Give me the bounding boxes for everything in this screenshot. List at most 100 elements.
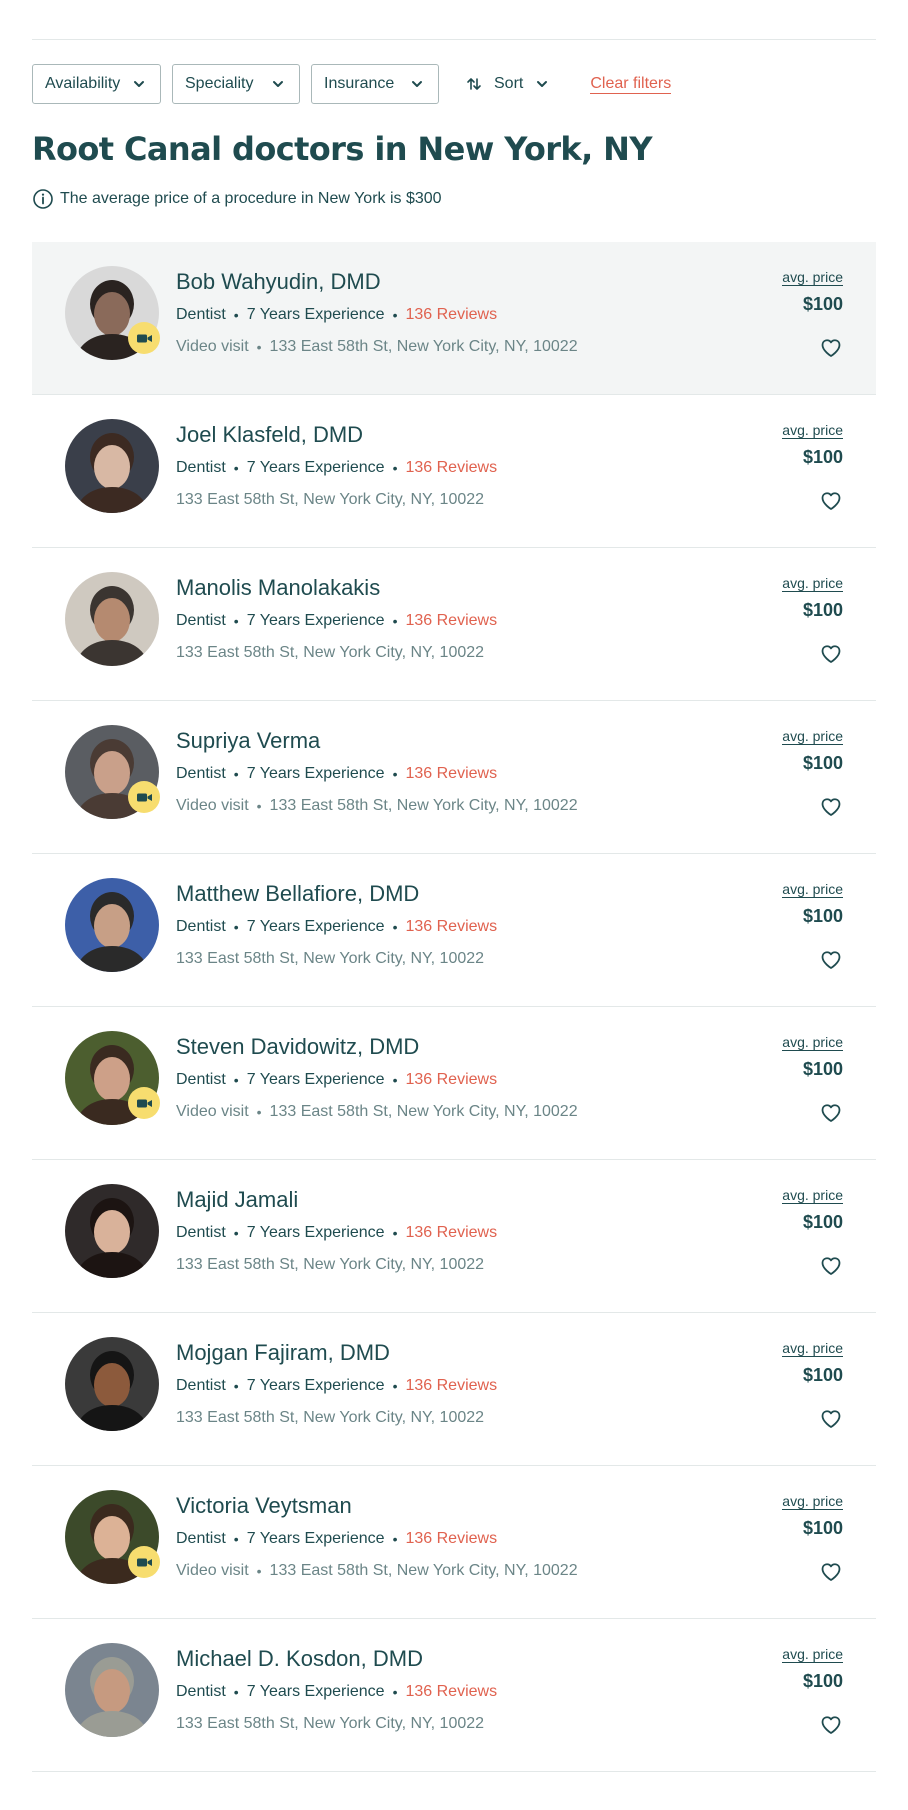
clear-filters-link[interactable]: Clear filters bbox=[590, 74, 672, 94]
doctor-row[interactable]: Matthew Bellafiore, DMD Dentist • 7 Year… bbox=[32, 854, 876, 1007]
doctor-reviews-link[interactable]: 136 Reviews bbox=[405, 612, 497, 630]
doctor-row[interactable]: Steven Davidowitz, DMD Dentist • 7 Years… bbox=[32, 1007, 876, 1160]
separator-dot: • bbox=[392, 1072, 398, 1088]
avg-price-value: $100 bbox=[802, 1059, 843, 1079]
insurance-filter-button[interactable]: Insurance bbox=[311, 64, 439, 104]
separator-dot: • bbox=[392, 1531, 398, 1547]
doctor-reviews-link[interactable]: 136 Reviews bbox=[405, 306, 497, 324]
doctor-meta: Dentist • 7 Years Experience • 136 Revie… bbox=[176, 1071, 497, 1089]
separator-dot: • bbox=[392, 1378, 398, 1394]
doctor-name[interactable]: Majid Jamali bbox=[176, 1187, 298, 1213]
doctor-experience: 7 Years Experience bbox=[246, 1530, 385, 1547]
doctor-row[interactable]: Mojgan Fajiram, DMD Dentist • 7 Years Ex… bbox=[32, 1313, 876, 1466]
avg-price-value: $100 bbox=[802, 600, 843, 620]
doctor-name[interactable]: Victoria Veytsman bbox=[176, 1493, 352, 1519]
doctor-avatar bbox=[65, 1337, 159, 1431]
video-camera-icon bbox=[136, 793, 152, 801]
favorite-button[interactable] bbox=[819, 336, 843, 358]
favorite-button[interactable] bbox=[819, 948, 843, 970]
favorite-button[interactable] bbox=[819, 489, 843, 511]
heart-icon bbox=[821, 1716, 841, 1734]
doctor-reviews-link[interactable]: 136 Reviews bbox=[405, 1224, 497, 1242]
speciality-filter-button[interactable]: Speciality bbox=[172, 64, 300, 104]
separator-dot: • bbox=[233, 1072, 239, 1088]
favorite-button[interactable] bbox=[819, 1407, 843, 1429]
avg-price-label[interactable]: avg. price bbox=[782, 1340, 843, 1357]
doctor-name[interactable]: Bob Wahyudin, DMD bbox=[176, 269, 381, 295]
doctor-name[interactable]: Mojgan Fajiram, DMD bbox=[176, 1340, 390, 1366]
doctor-photo bbox=[65, 1643, 159, 1737]
doctor-reviews-link[interactable]: 136 Reviews bbox=[405, 1530, 497, 1548]
avg-price-label[interactable]: avg. price bbox=[782, 575, 843, 592]
chevron-down-icon bbox=[134, 81, 144, 87]
doctor-meta: Dentist • 7 Years Experience • 136 Revie… bbox=[176, 918, 497, 936]
doctor-row[interactable]: Bob Wahyudin, DMD Dentist • 7 Years Expe… bbox=[32, 242, 876, 395]
doctor-experience: 7 Years Experience bbox=[246, 918, 385, 935]
sort-button[interactable]: Sort bbox=[466, 75, 549, 93]
doctor-avatar bbox=[65, 878, 159, 972]
avg-price-label[interactable]: avg. price bbox=[782, 1646, 843, 1663]
avg-price-label[interactable]: avg. price bbox=[782, 1187, 843, 1204]
doctor-reviews-link[interactable]: 136 Reviews bbox=[405, 1377, 497, 1395]
chevron-down-icon bbox=[412, 81, 422, 87]
top-divider bbox=[32, 39, 876, 40]
favorite-button[interactable] bbox=[819, 642, 843, 664]
doctor-avatar bbox=[65, 572, 159, 666]
doctor-meta: Dentist • 7 Years Experience • 136 Revie… bbox=[176, 1683, 497, 1701]
doctor-meta: Dentist • 7 Years Experience • 136 Revie… bbox=[176, 612, 497, 630]
doctor-row[interactable]: Manolis Manolakakis Dentist • 7 Years Ex… bbox=[32, 548, 876, 701]
separator-dot: • bbox=[392, 460, 398, 476]
separator-dot: • bbox=[392, 919, 398, 935]
avg-price-label[interactable]: avg. price bbox=[782, 728, 843, 745]
doctor-reviews-link[interactable]: 136 Reviews bbox=[405, 1071, 497, 1089]
doctor-reviews-link[interactable]: 136 Reviews bbox=[405, 1683, 497, 1701]
favorite-button[interactable] bbox=[819, 1254, 843, 1276]
separator-dot: • bbox=[233, 766, 239, 782]
doctor-name[interactable]: Supriya Verma bbox=[176, 728, 320, 754]
separator-dot: • bbox=[233, 1378, 239, 1394]
avg-price-label[interactable]: avg. price bbox=[782, 422, 843, 439]
doctor-reviews-link[interactable]: 136 Reviews bbox=[405, 918, 497, 936]
doctor-experience: 7 Years Experience bbox=[246, 1224, 385, 1241]
doctor-name[interactable]: Steven Davidowitz, DMD bbox=[176, 1034, 419, 1060]
video-visit-label: Video visit bbox=[176, 797, 249, 814]
doctor-photo bbox=[65, 1337, 159, 1431]
favorite-button[interactable] bbox=[819, 1560, 843, 1582]
availability-filter-button[interactable]: Availability bbox=[32, 64, 161, 104]
favorite-button[interactable] bbox=[819, 1101, 843, 1123]
doctor-photo bbox=[65, 572, 159, 666]
doctor-reviews-link[interactable]: 136 Reviews bbox=[405, 459, 497, 477]
doctor-row[interactable]: Victoria Veytsman Dentist • 7 Years Expe… bbox=[32, 1466, 876, 1619]
doctor-experience: 7 Years Experience bbox=[246, 459, 385, 476]
separator-dot: • bbox=[392, 1684, 398, 1700]
doctor-name[interactable]: Michael D. Kosdon, DMD bbox=[176, 1646, 423, 1672]
insurance-filter-label: Insurance bbox=[324, 75, 395, 92]
doctor-row[interactable]: Supriya Verma Dentist • 7 Years Experien… bbox=[32, 701, 876, 854]
doctor-row[interactable]: Majid Jamali Dentist • 7 Years Experienc… bbox=[32, 1160, 876, 1313]
doctor-row[interactable]: Michael D. Kosdon, DMD Dentist • 7 Years… bbox=[32, 1619, 876, 1772]
avg-price-value: $100 bbox=[802, 1212, 843, 1232]
doctor-meta: Dentist • 7 Years Experience • 136 Revie… bbox=[176, 1224, 497, 1242]
avg-price-value: $100 bbox=[802, 1671, 843, 1691]
avg-price-label[interactable]: avg. price bbox=[782, 1034, 843, 1051]
avg-price-label[interactable]: avg. price bbox=[782, 269, 843, 286]
doctor-experience: 7 Years Experience bbox=[246, 1071, 385, 1088]
doctor-meta: Dentist • 7 Years Experience • 136 Revie… bbox=[176, 1377, 497, 1395]
doctor-avatar bbox=[65, 419, 159, 513]
heart-icon bbox=[821, 492, 841, 510]
avg-price-label[interactable]: avg. price bbox=[782, 881, 843, 898]
separator-dot: • bbox=[233, 919, 239, 935]
doctor-name[interactable]: Matthew Bellafiore, DMD bbox=[176, 881, 419, 907]
favorite-button[interactable] bbox=[819, 795, 843, 817]
doctor-reviews-link[interactable]: 136 Reviews bbox=[405, 765, 497, 783]
doctor-meta: Dentist • 7 Years Experience • 136 Revie… bbox=[176, 765, 497, 783]
avg-price-label[interactable]: avg. price bbox=[782, 1493, 843, 1510]
doctor-specialty: Dentist bbox=[176, 1683, 226, 1700]
favorite-button[interactable] bbox=[819, 1713, 843, 1735]
doctor-row[interactable]: Joel Klasfeld, DMD Dentist • 7 Years Exp… bbox=[32, 395, 876, 548]
doctor-name[interactable]: Manolis Manolakakis bbox=[176, 575, 380, 601]
heart-icon bbox=[821, 645, 841, 663]
doctor-name[interactable]: Joel Klasfeld, DMD bbox=[176, 422, 363, 448]
avg-price-value: $100 bbox=[802, 1365, 843, 1385]
doctor-location: Video visit • 133 East 58th St, New York… bbox=[176, 1103, 578, 1121]
